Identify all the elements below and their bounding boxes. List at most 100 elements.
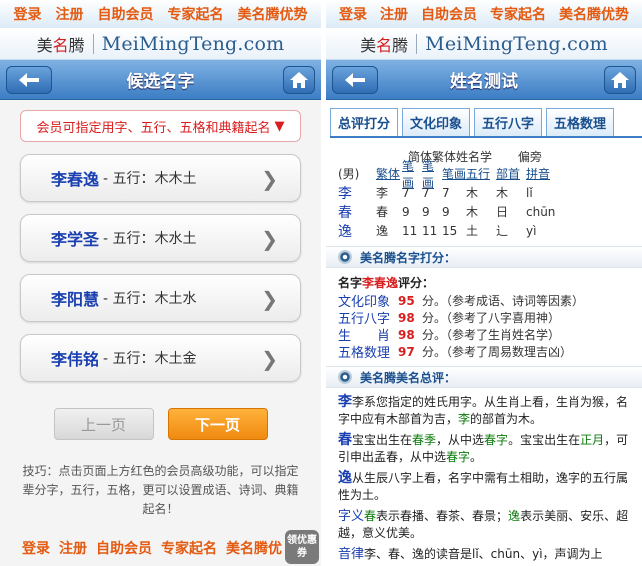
summary-section-header: 美名腾美名总评： [326,366,642,388]
right-screen: 登录 注册 自助会员 专家起名 美名腾优势 美名腾 MeiMingTeng.co… [326,0,642,566]
chevron-right-icon: ❯ [261,287,278,311]
name-analysis-table: 简体繁体姓名学 偏旁 (男) 繁体 笔画 笔画 笔画 五行 部首 拼音 李 李 … [338,148,642,240]
home-button[interactable] [283,66,315,94]
name-item-4[interactable]: 李伟铭 - 五行：木土金 ❯ [20,334,301,382]
wuxing-text: - 五行：木水土 [103,231,197,247]
score-row: 文化印象 95 分。（参考成语、诗词等因素） [338,293,585,311]
name-item-1[interactable]: 李春逸 - 五行：木木土 ❯ [20,154,301,202]
col-label[interactable]: 五行 [466,165,496,182]
nav-vip-link[interactable]: 自助会员 [421,4,477,24]
wuxing-text: - 五行：木土水 [103,291,197,307]
home-icon [611,72,629,88]
name-text: 李学圣 [51,230,100,249]
nav-expert-link[interactable]: 专家起名 [490,4,546,24]
nav-login-link[interactable]: 登录 [14,4,42,24]
score-block: 名字李春逸评分： 文化印象 95 分。（参考成语、诗词等因素） 五行八字 98 分。（参… [326,268,642,362]
chevron-right-icon: ❯ [261,347,278,371]
left-screen: 登录 注册 自助会员 专家起名 美名腾优势 美名腾 MeiMingTeng.co… [0,0,321,566]
eye-icon [338,250,352,264]
chevron-right-icon: ❯ [261,167,278,191]
col-label[interactable]: 繁体 [376,165,402,182]
logo-en: MeiMingTeng.com [101,32,285,55]
score-row: 生 肖 98 分。（参考了生肖姓名学） [338,327,561,345]
vip-notice-text: 会员可指定用字、五行、五格和典籍起名 [36,120,271,136]
nav-register-link[interactable]: 注册 [56,4,84,24]
bottom-vip-link[interactable]: 自助会员 [96,538,152,558]
name-item-2[interactable]: 李学圣 - 五行：木水土 ❯ [20,214,301,262]
wuxing-text: - 五行：木土金 [103,351,197,367]
table-row: 春 春 9 9 9 木 日 chūn [338,204,556,221]
col-label[interactable]: 部首 [496,165,526,182]
bottom-register-link[interactable]: 注册 [59,538,87,558]
logo-bar[interactable]: 美名腾 MeiMingTeng.com [326,28,642,60]
pager: 上一页 下一页 [0,408,321,440]
title-bar: 姓名测试 [326,60,642,100]
page-title: 候选名字 [126,72,195,92]
logo-cn: 美名腾 [36,35,85,55]
summary-paragraph: 李李系您指定的姓氏用字。从生肖上看，生肖为猴，名字中应有木部首为吉，李的部首为木… [338,394,629,426]
tab-overall-score[interactable]: 总评打分 [330,108,399,136]
bottom-login-link[interactable]: 登录 [22,538,50,558]
vip-notice[interactable]: 会员可指定用字、五行、五格和典籍起名 ▼ [20,110,301,142]
dropdown-arrow-icon: ▼ [274,118,285,134]
score-row: 五格数理 97 分。（参考了周易数理吉凶） [338,344,573,362]
table-header: 简体繁体姓名学 偏旁 [408,148,642,164]
top-nav: 登录 注册 自助会员 专家起名 美名腾优势 [0,0,321,28]
gender-label: (男) [338,167,360,181]
bottom-nav: 登录 注册 自助会员 专家起名 美名腾优 [0,536,321,560]
coupon-button[interactable]: 领优惠券 [285,530,319,564]
nav-vip-link[interactable]: 自助会员 [98,4,154,24]
nav-expert-link[interactable]: 专家起名 [168,4,224,24]
col-label[interactable]: 笔画 [442,165,466,182]
bottom-expert-link[interactable]: 专家起名 [161,538,217,558]
back-arrow-icon [345,73,365,87]
score-section-header: 美名腾名字打分： [326,246,642,268]
tab-wuge[interactable]: 五格数理 [546,108,615,136]
name-text: 李阳慧 [51,290,100,309]
summary-text: 李李系您指定的姓氏用字。从生肖上看，生肖为猴，名字中应有木部首为吉，李的部首为木… [326,388,642,563]
title-bar: 候选名字 [0,60,321,100]
nav-register-link[interactable]: 注册 [380,4,408,24]
score-title-line: 名字李春逸评分： [338,276,435,290]
tab-bazi[interactable]: 五行八字 [474,108,543,136]
name-text: 李伟铭 [51,350,100,369]
logo-divider [92,33,94,54]
summary-paragraph: 春宝宝出生在春季，从中选春字。宝宝出生在正月，可引申出孟春，从中选春字。 [338,432,629,464]
tips-text: 技巧：点击页面上方红色的会员高级功能，可以指定辈分字，五行，五格，更可以设置成语… [22,464,299,516]
summary-paragraph: 字义春表示春播、春茶、春景；逸表示美丽、安乐、超越，意义优美。 [338,509,629,540]
nav-login-link[interactable]: 登录 [339,4,367,24]
logo-cn: 美名腾 [360,35,409,55]
top-nav: 登录 注册 自助会员 专家起名 美名腾优势 [326,0,642,28]
table-row-labels: (男) 繁体 笔画 笔画 笔画 五行 部首 拼音 [338,159,642,190]
table-row: 逸 逸 11 11 15 土 辶 yì [338,223,537,240]
wuxing-text: - 五行：木木土 [103,171,197,187]
tab-culture[interactable]: 文化印象 [402,108,471,136]
table-header-radical: 偏旁 [517,150,542,164]
back-button[interactable] [6,66,52,94]
table-row: 李 李 7 7 7 木 木 lǐ [338,185,533,202]
next-page-button[interactable]: 下一页 [167,408,268,440]
home-icon [290,72,308,88]
back-button[interactable] [332,66,378,94]
eye-icon [338,370,352,384]
back-arrow-icon [19,73,39,87]
name-item-3[interactable]: 李阳慧 - 五行：木土水 ❯ [20,274,301,322]
logo-bar[interactable]: 美名腾 MeiMingTeng.com [0,28,321,60]
home-button[interactable] [604,66,636,94]
prev-page-button[interactable]: 上一页 [53,408,154,440]
col-label[interactable]: 拼音 [526,165,566,182]
nav-advantage-link[interactable]: 美名腾优势 [238,4,308,24]
logo-en: MeiMingTeng.com [425,32,608,55]
summary-section-title: 美名腾美名总评： [360,370,457,385]
name-text: 李春逸 [51,170,100,189]
bottom-advantage-link[interactable]: 美名腾优 [226,538,282,558]
nav-advantage-link[interactable]: 美名腾优势 [559,4,629,24]
page-title: 姓名测试 [450,72,518,92]
summary-paragraph: 逸从生辰八字上看，名字中需有土相助，逸字的五行属性为土。 [338,470,629,502]
tab-bar: 总评打分 文化印象 五行八字 五格数理 [330,108,642,138]
logo-divider [416,33,418,54]
score-row: 五行八字 98 分。（参考了八字喜用神） [338,310,561,328]
chevron-right-icon: ❯ [261,227,278,251]
summary-paragraph: 音律李、春、逸的读音是lǐ、chūn、yì，声调为上 [338,547,603,562]
scored-name: 李春逸 [362,276,399,290]
